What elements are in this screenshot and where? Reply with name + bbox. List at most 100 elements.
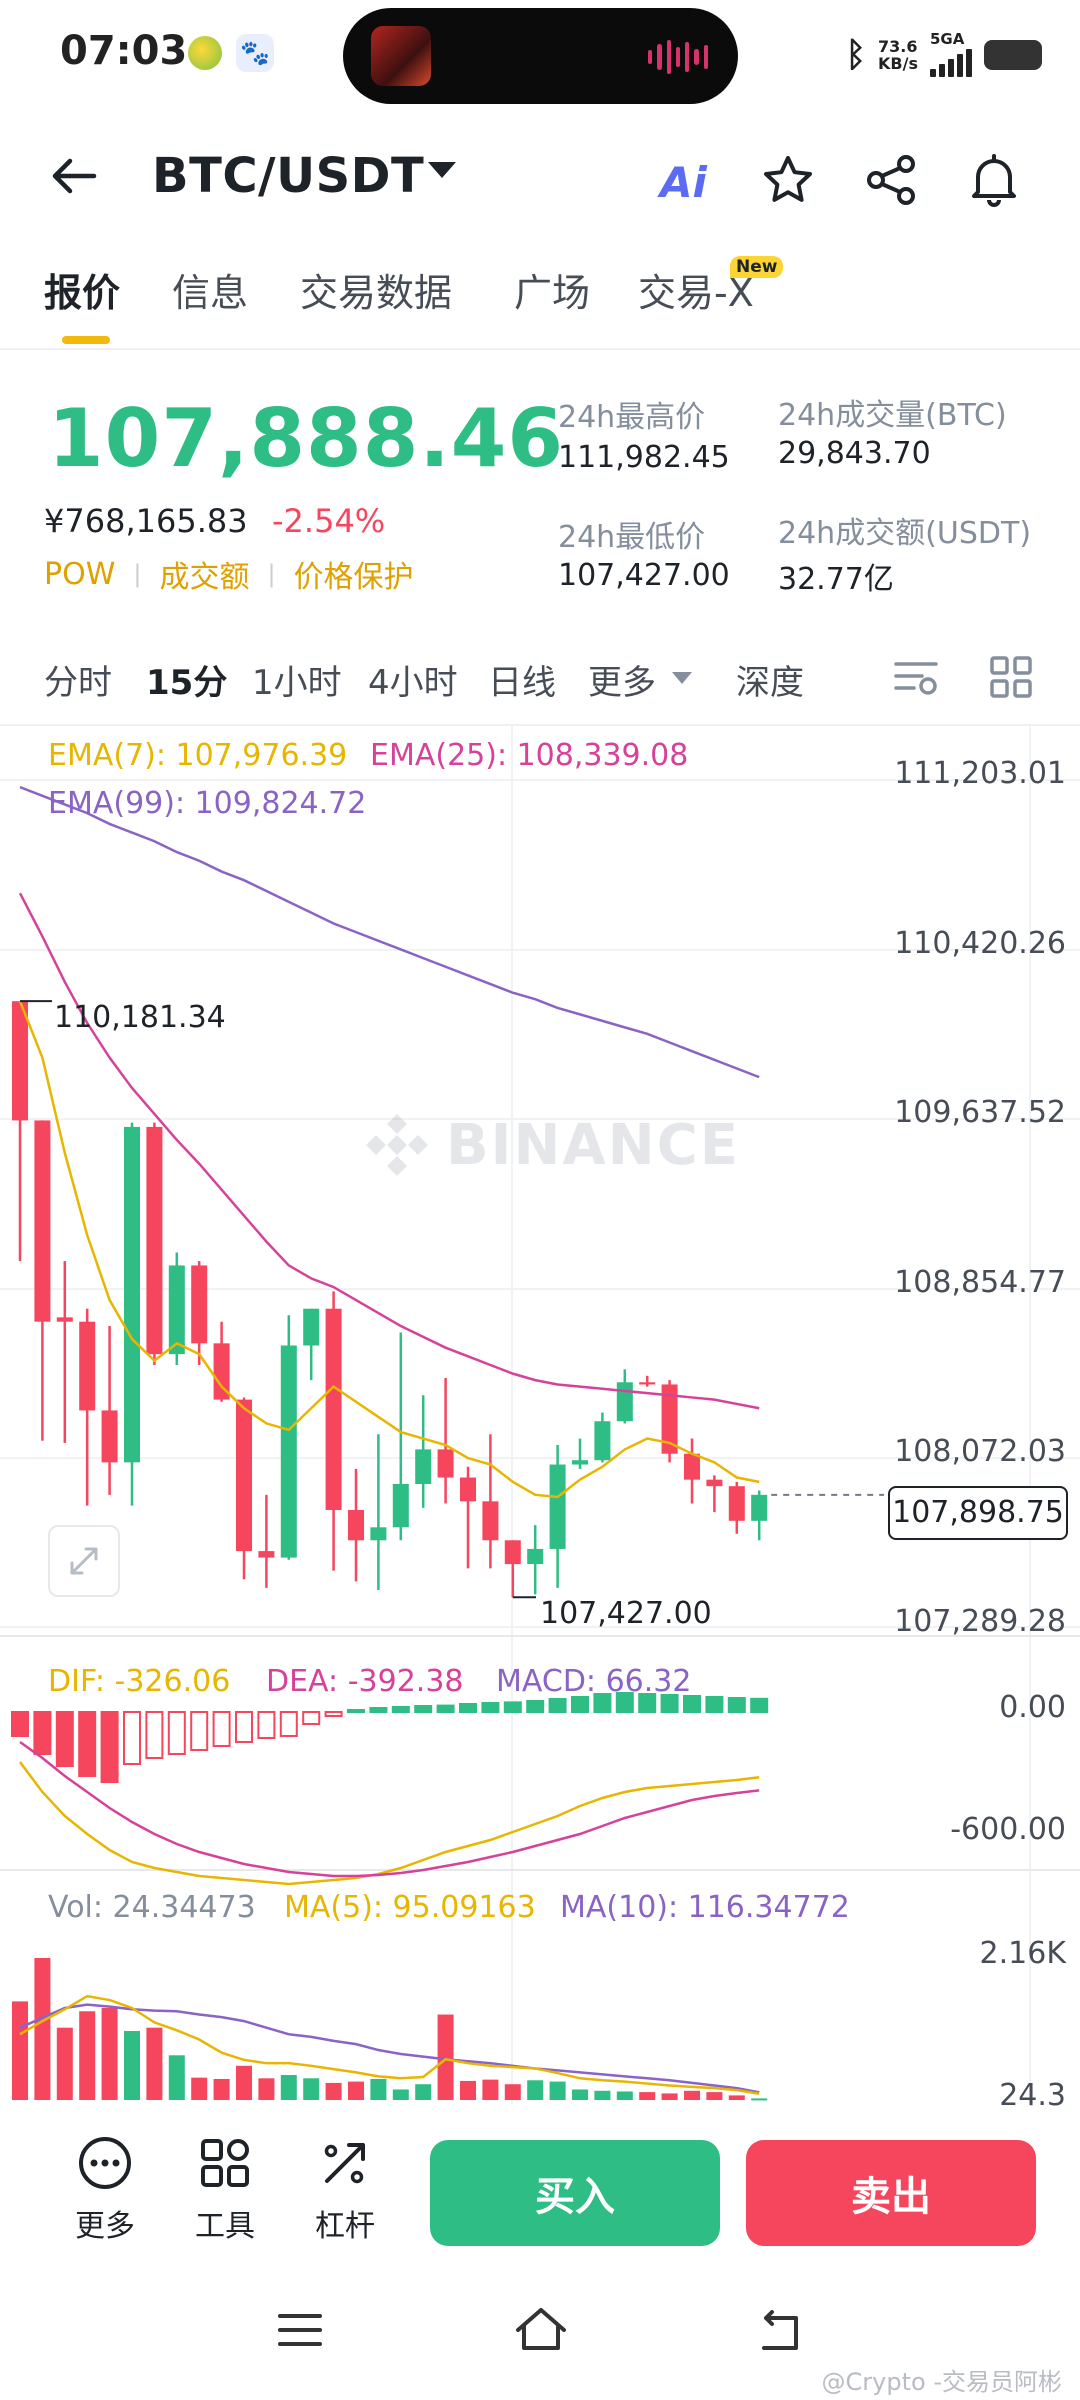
more-caret-icon[interactable] — [672, 672, 692, 684]
macd-bar — [727, 1697, 746, 1713]
macd-axis-label: 0.00 — [999, 1690, 1066, 1725]
macd-label: MACD: 66.32 — [496, 1664, 692, 1699]
candle-body — [639, 1382, 656, 1385]
candle-body — [370, 1527, 387, 1541]
macd-bar — [302, 1711, 321, 1725]
menu-icon[interactable] — [276, 2310, 324, 2354]
dif-label: DIF: -326.06 — [48, 1664, 231, 1699]
interval-time[interactable]: 分时 — [44, 655, 112, 704]
macd-bar — [503, 1701, 522, 1714]
macd-bar — [459, 1703, 477, 1713]
tag-turnover[interactable]: 成交额 — [159, 552, 249, 596]
tag-pow[interactable]: POW — [44, 557, 115, 592]
volume-bar — [12, 2001, 28, 2100]
interval-more[interactable]: 更多 — [588, 655, 656, 704]
macd-bar — [11, 1711, 29, 1737]
candle-body — [572, 1460, 588, 1465]
pair-caret-icon[interactable] — [428, 162, 456, 178]
buy-button[interactable]: 买入 — [430, 2140, 720, 2246]
macd-bar — [548, 1698, 567, 1713]
macd-bar — [436, 1704, 455, 1713]
leverage-icon — [324, 2143, 365, 2184]
vol-ma10-label: MA(10): 116.34772 — [560, 1890, 850, 1925]
volume-bar — [594, 2090, 611, 2100]
candle-body — [594, 1421, 611, 1461]
share-icon[interactable] — [862, 150, 922, 210]
more-button[interactable]: 更多 — [60, 2135, 150, 2245]
tag-price-protection[interactable]: 价格保护 — [294, 552, 414, 596]
volume-bar — [280, 2075, 297, 2100]
macd-bar — [55, 1711, 74, 1767]
sell-button[interactable]: 卖出 — [746, 2140, 1036, 2246]
volume-bar — [527, 2080, 544, 2100]
price-axis-label: 111,203.01 — [894, 756, 1066, 791]
volume-bar — [572, 2089, 588, 2100]
volume-bar — [392, 2089, 409, 2100]
ai-icon[interactable]: Ai — [660, 158, 707, 207]
tab-square[interactable]: 广场 — [514, 262, 590, 317]
volume-bar — [101, 2007, 118, 2100]
tab-info[interactable]: 信息 — [172, 262, 248, 317]
tools-button[interactable]: 工具 — [180, 2135, 270, 2245]
candle-body — [684, 1453, 700, 1480]
macd-bar — [78, 1711, 97, 1777]
macd-bar — [391, 1706, 410, 1713]
high-value: 111,982.45 — [558, 440, 730, 475]
star-icon[interactable] — [758, 150, 818, 210]
tab-quote[interactable]: 报价 — [44, 262, 120, 317]
candle-body — [392, 1484, 409, 1528]
app-notification-icon — [188, 36, 222, 70]
macd-bar — [526, 1700, 545, 1713]
candle-body — [504, 1540, 521, 1565]
audio-wave-icon — [648, 40, 708, 74]
volume-bar — [706, 2092, 723, 2100]
bluetooth-icon: ᛒ — [845, 34, 867, 75]
back-arrow-icon[interactable] — [48, 150, 100, 214]
interval-4h[interactable]: 4小时 — [368, 655, 458, 704]
status-time: 07:03 — [60, 28, 188, 74]
margin-button[interactable]: 杠杆 — [300, 2135, 390, 2245]
vol-ma5-label: MA(5): 95.09163 — [284, 1890, 536, 1925]
volume-bar — [79, 2011, 96, 2100]
volume-bar — [684, 2090, 700, 2100]
tab-trading-data[interactable]: 交易数据 — [300, 262, 452, 317]
fullscreen-expand-icon[interactable] — [48, 1525, 120, 1597]
candle-body — [415, 1449, 432, 1485]
low-label: 24h最低价 — [558, 520, 706, 555]
back-nav-icon[interactable] — [756, 2310, 806, 2358]
candle-body — [348, 1509, 364, 1541]
price-axis-label: 109,637.52 — [894, 1095, 1066, 1130]
interval-15m[interactable]: 15分 — [146, 655, 227, 704]
macd-bar — [279, 1711, 298, 1737]
dynamic-island[interactable] — [343, 8, 738, 104]
bell-icon[interactable] — [964, 150, 1024, 210]
binance-watermark: BINANCE — [362, 1110, 740, 1180]
macd-bar — [369, 1707, 388, 1713]
more-dots-icon — [79, 2137, 131, 2189]
candle-body — [258, 1551, 275, 1558]
candle-body — [527, 1548, 544, 1565]
trading-pair-selector[interactable]: BTC/USDT — [152, 148, 424, 204]
vol-axis-label: 2.16K — [979, 1936, 1066, 1971]
volume-bar — [56, 2027, 73, 2100]
ema25-label: EMA(25): 108,339.08 — [370, 738, 689, 773]
signal-icon: 5GA — [930, 32, 972, 77]
volume-bar — [728, 2095, 745, 2100]
macd-bar — [324, 1711, 343, 1717]
candle-body — [101, 1410, 118, 1463]
layout-grid-icon[interactable] — [988, 654, 1034, 704]
dea-label: DEA: -392.38 — [266, 1664, 464, 1699]
home-icon[interactable] — [512, 2304, 570, 2358]
baidu-icon: 🐾 — [236, 34, 274, 72]
volume-bar — [370, 2078, 387, 2100]
candle-body — [146, 1126, 163, 1355]
interval-1h[interactable]: 1小时 — [252, 655, 342, 704]
new-badge: New — [730, 256, 784, 278]
interval-1d[interactable]: 日线 — [488, 655, 556, 704]
depth-tab[interactable]: 深度 — [736, 655, 804, 704]
macd-bar — [481, 1702, 500, 1713]
indicator-settings-icon[interactable] — [892, 656, 940, 704]
footer-watermark: @Crypto -交易员阿彬 — [821, 2368, 1062, 2396]
candle-body — [191, 1265, 208, 1344]
macd-bar — [145, 1711, 164, 1759]
